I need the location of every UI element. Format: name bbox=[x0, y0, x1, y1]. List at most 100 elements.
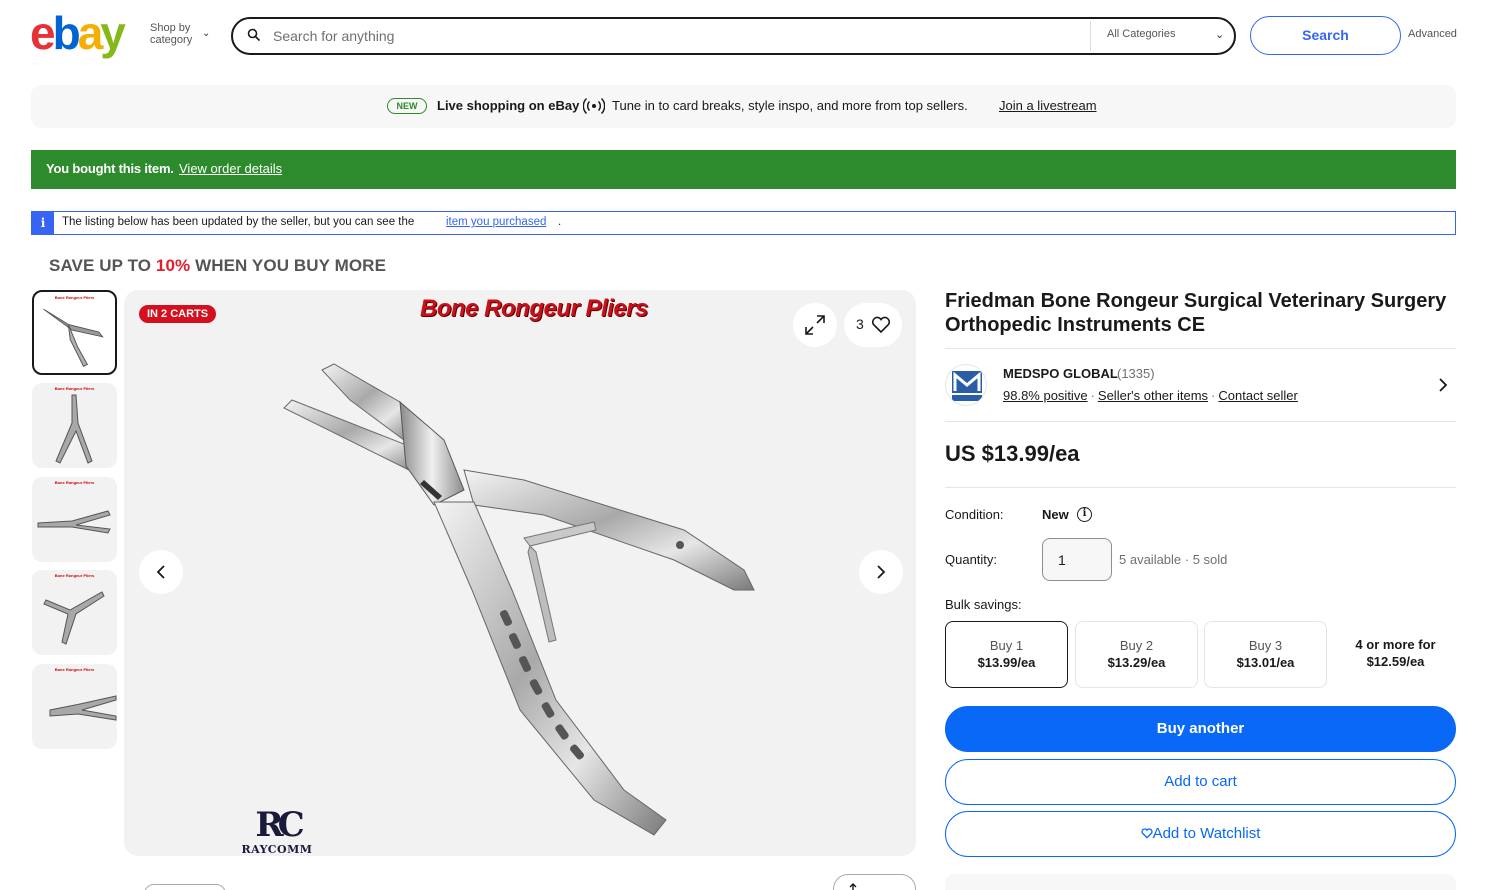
raycomm-mark: RC bbox=[255, 805, 304, 845]
thumbnail-caption: Bone Rongeur Pliers bbox=[54, 573, 95, 578]
bulk-qty: Buy 1 bbox=[989, 638, 1024, 653]
divider bbox=[945, 487, 1456, 488]
thumbnail-1[interactable]: Bone Rongeur Pliers bbox=[32, 290, 117, 375]
divider bbox=[945, 348, 1456, 349]
separator-dot: · bbox=[1211, 388, 1216, 403]
bulk-option-buy-1[interactable]: Buy 1 $13.99/ea bbox=[945, 621, 1068, 688]
join-livestream-link[interactable]: Join a livestream bbox=[999, 98, 1097, 113]
category-select[interactable]: All Categories bbox=[1107, 28, 1175, 40]
live-shopping-title: Live shopping on eBay bbox=[437, 98, 580, 113]
shop-by-line2: category bbox=[150, 34, 193, 46]
item-you-purchased-link[interactable]: item you purchased bbox=[446, 216, 546, 228]
info-icon[interactable]: i bbox=[1077, 507, 1092, 522]
purchased-text: You bought this item. bbox=[46, 161, 174, 176]
chevron-down-icon: ⌄ bbox=[1215, 29, 1225, 41]
notice-text: The listing below has been updated by th… bbox=[62, 216, 415, 228]
rongeur-thumbnail-image bbox=[55, 394, 93, 464]
quantity-label: Quantity: bbox=[945, 552, 998, 567]
chevron-left-icon bbox=[156, 565, 165, 579]
watch-count: 3 bbox=[856, 316, 864, 332]
seller-avatar[interactable] bbox=[945, 364, 987, 406]
header: ebay Shop by category ⌄ All Categories ⌄… bbox=[0, 0, 1489, 70]
separator-dot: · bbox=[1090, 388, 1095, 403]
partial-button[interactable] bbox=[144, 884, 226, 890]
rongeur-thumbnail-image bbox=[49, 695, 117, 721]
rongeur-thumbnail-image bbox=[43, 308, 104, 367]
next-image-button[interactable] bbox=[859, 550, 903, 594]
thumbnail-3[interactable]: Bone Rongeur Pliers bbox=[32, 477, 117, 562]
seller-name[interactable]: MEDSPO GLOBAL bbox=[1003, 366, 1118, 381]
thumbnail-caption: Bone Rongeur Pliers bbox=[54, 480, 95, 485]
chevron-right-icon bbox=[877, 565, 886, 579]
bulk-savings-label: Bulk savings: bbox=[945, 597, 1022, 612]
previous-image-button[interactable] bbox=[139, 550, 183, 594]
thumbnail-caption: Bone Rongeur Pliers bbox=[54, 386, 95, 391]
seller-positive-feedback-link[interactable]: 98.8% positive bbox=[1003, 388, 1088, 403]
raycomm-name: RAYCOMM bbox=[241, 843, 313, 856]
seller-feedback-score: (1335) bbox=[1117, 366, 1155, 381]
bulk-price: $13.29/ea bbox=[1107, 655, 1166, 670]
watch-count-button[interactable]: 3 bbox=[844, 303, 902, 347]
rongeur-thumbnail-image bbox=[43, 591, 105, 645]
quantity-input[interactable] bbox=[1042, 538, 1112, 581]
search-button[interactable]: Search bbox=[1250, 16, 1401, 55]
bulk-qty: 4 or more for bbox=[1355, 637, 1436, 652]
info-icon: i bbox=[32, 212, 54, 234]
purchased-banner: You bought this item. View order details bbox=[31, 150, 1456, 189]
product-title: Friedman Bone Rongeur Surgical Veterinar… bbox=[945, 290, 1447, 336]
save-prefix: SAVE UP TO bbox=[49, 256, 152, 275]
live-shopping-text: Tune in to card breaks, style inspo, and… bbox=[612, 98, 968, 113]
share-button[interactable] bbox=[833, 874, 916, 890]
thumbnail-4[interactable]: Bone Rongeur Pliers bbox=[32, 570, 117, 655]
add-to-watchlist-label: Add to Watchlist bbox=[1152, 825, 1261, 842]
shop-by-category[interactable]: Shop by category ⌄ bbox=[150, 22, 210, 46]
item-price: US $13.99/ea bbox=[945, 441, 1080, 466]
chevron-right-icon[interactable] bbox=[1436, 377, 1450, 393]
bulk-qty: Buy 3 bbox=[1248, 638, 1283, 653]
shop-by-line1: Shop by bbox=[150, 22, 191, 34]
listing-updated-notice: i The listing below has been updated by … bbox=[31, 211, 1456, 235]
bulk-option-buy-2[interactable]: Buy 2 $13.29/ea bbox=[1075, 621, 1198, 688]
search-bar: All Categories ⌄ bbox=[231, 17, 1236, 55]
save-banner: SAVE UP TO 10% WHEN YOU BUY MORE bbox=[49, 256, 386, 276]
add-to-watchlist-button[interactable]: Add to Watchlist bbox=[945, 811, 1456, 857]
bulk-price: $12.59/ea bbox=[1366, 654, 1425, 669]
view-order-details-link[interactable]: View order details bbox=[179, 161, 282, 176]
search-input[interactable] bbox=[273, 25, 1073, 47]
thumbnail-5[interactable]: Bone Rongeur Pliers bbox=[32, 664, 117, 749]
bulk-qty: Buy 2 bbox=[1119, 638, 1154, 653]
bulk-option-4-or-more: 4 or more for $12.59/ea bbox=[1335, 621, 1456, 688]
notice-suffix: . bbox=[558, 216, 562, 228]
ebay-logo[interactable]: ebay bbox=[30, 8, 126, 58]
rongeur-thumbnail-image bbox=[37, 510, 111, 534]
add-to-cart-button[interactable]: Add to cart bbox=[945, 759, 1456, 805]
thumbnail-2[interactable]: Bone Rongeur Pliers bbox=[32, 383, 117, 468]
image-overlay-title: Bone Rongeur Pliers bbox=[420, 295, 648, 322]
heart-icon bbox=[1140, 828, 1153, 839]
in-carts-badge: IN 2 CARTS bbox=[139, 305, 217, 323]
chevron-down-icon: ⌄ bbox=[202, 28, 211, 39]
seller-other-items-link[interactable]: Seller's other items bbox=[1098, 388, 1208, 403]
save-percent: 10% bbox=[155, 256, 191, 275]
live-shopping-banner: NEW Live shopping on eBay Tune in to car… bbox=[31, 85, 1456, 128]
advanced-search-link[interactable]: Advanced bbox=[1408, 28, 1457, 40]
save-suffix: WHEN YOU BUY MORE bbox=[195, 256, 387, 275]
share-icon bbox=[849, 883, 857, 890]
search-divider bbox=[1090, 21, 1091, 51]
new-badge: NEW bbox=[387, 98, 427, 114]
buy-another-button[interactable]: Buy another bbox=[945, 706, 1456, 752]
seller-links: 98.8% positive · Seller's other items · Cont… bbox=[1003, 388, 1298, 403]
thumbnail-caption: Bone Rongeur Pliers bbox=[54, 667, 95, 672]
bulk-price: $13.01/ea bbox=[1236, 655, 1295, 670]
divider bbox=[945, 421, 1456, 422]
thumbnail-caption: Bone Rongeur Pliers bbox=[54, 295, 95, 300]
expand-image-button[interactable] bbox=[793, 303, 837, 347]
heart-icon bbox=[871, 316, 891, 334]
contact-seller-link[interactable]: Contact seller bbox=[1218, 388, 1297, 403]
main-product-image[interactable]: IN 2 CARTS Bone Rongeur Pliers 3 RC RAYC… bbox=[124, 290, 916, 856]
bulk-option-buy-3[interactable]: Buy 3 $13.01/ea bbox=[1204, 621, 1327, 688]
bulk-price: $13.99/ea bbox=[977, 655, 1036, 670]
availability-text: 5 available · 5 sold bbox=[1119, 552, 1228, 567]
condition-value: New bbox=[1042, 507, 1069, 522]
broadcast-icon bbox=[583, 97, 605, 115]
